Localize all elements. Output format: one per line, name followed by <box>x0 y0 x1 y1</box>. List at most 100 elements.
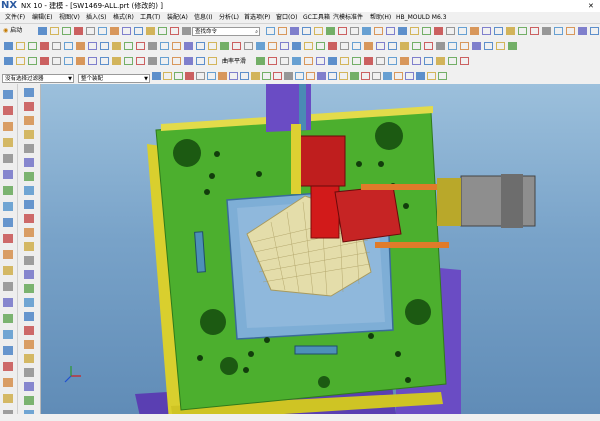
toolbar-button[interactable] <box>328 57 337 65</box>
toolbar-button[interactable] <box>262 72 271 80</box>
toolbar-button[interactable] <box>148 42 157 50</box>
toolbar-button[interactable] <box>134 27 143 35</box>
palette-button[interactable] <box>24 256 34 265</box>
toolbar-button[interactable] <box>172 57 181 65</box>
toolbar-button[interactable] <box>122 27 131 35</box>
palette-button[interactable] <box>3 330 13 339</box>
palette-button[interactable] <box>3 218 13 227</box>
toolbar-button[interactable] <box>412 57 421 65</box>
toolbar-button[interactable] <box>458 27 467 35</box>
toolbar-button[interactable] <box>158 27 167 35</box>
toolbar-button[interactable] <box>40 42 49 50</box>
toolbar-button[interactable] <box>170 27 179 35</box>
toolbar-button[interactable] <box>578 27 587 35</box>
toolbar-button[interactable] <box>448 42 457 50</box>
toolbar-button[interactable] <box>292 42 301 50</box>
toolbar-button[interactable] <box>484 42 493 50</box>
close-button[interactable]: ✕ <box>588 2 596 10</box>
toolbar-button[interactable] <box>317 72 326 80</box>
toolbar-button[interactable] <box>124 42 133 50</box>
toolbar-button[interactable] <box>506 27 515 35</box>
palette-button[interactable] <box>24 284 34 293</box>
selection-filter-select[interactable]: 没有选择过滤器 ▼ <box>2 74 74 83</box>
palette-button[interactable] <box>24 172 34 181</box>
palette-button[interactable] <box>3 154 13 163</box>
toolbar-button[interactable] <box>76 42 85 50</box>
toolbar-button[interactable] <box>340 57 349 65</box>
toolbar-button[interactable] <box>400 42 409 50</box>
toolbar-button[interactable] <box>28 42 37 50</box>
toolbar-button[interactable] <box>436 42 445 50</box>
toolbar-button[interactable] <box>160 57 169 65</box>
palette-button[interactable] <box>24 242 34 251</box>
toolbar-button[interactable] <box>50 27 59 35</box>
toolbar-button[interactable] <box>110 27 119 35</box>
palette-button[interactable] <box>3 186 13 195</box>
toolbar-button[interactable] <box>280 42 289 50</box>
menu-edit[interactable]: 编辑(E) <box>32 12 52 23</box>
toolbar-button[interactable] <box>410 27 419 35</box>
palette-button[interactable] <box>3 394 13 403</box>
palette-button[interactable] <box>24 200 34 209</box>
toolbar-button[interactable] <box>88 57 97 65</box>
toolbar-button[interactable] <box>494 27 503 35</box>
menu-analysis[interactable]: 分析(L) <box>219 12 239 23</box>
toolbar-button[interactable] <box>185 72 194 80</box>
menu-mold-standard[interactable]: 汽模标准件 <box>333 12 363 23</box>
toolbar-button[interactable] <box>244 42 253 50</box>
toolbar-button[interactable] <box>304 57 313 65</box>
toolbar-button[interactable] <box>218 72 227 80</box>
command-search-input[interactable]: 查找命令 ⌕ <box>192 27 260 36</box>
assembly-scope-select[interactable]: 整个装配 ▼ <box>78 74 150 83</box>
toolbar-button[interactable] <box>136 57 145 65</box>
toolbar-button[interactable] <box>76 57 85 65</box>
toolbar-button[interactable] <box>16 42 25 50</box>
palette-button[interactable] <box>3 362 13 371</box>
palette-button[interactable] <box>24 130 34 139</box>
toolbar-button[interactable] <box>446 27 455 35</box>
toolbar-button[interactable] <box>62 27 71 35</box>
toolbar-button[interactable] <box>364 57 373 65</box>
toolbar-button[interactable] <box>302 27 311 35</box>
toolbar-button[interactable] <box>427 72 436 80</box>
toolbar-button[interactable] <box>350 27 359 35</box>
toolbar-button[interactable] <box>304 42 313 50</box>
palette-button[interactable] <box>3 90 13 99</box>
toolbar-button[interactable] <box>590 27 599 35</box>
toolbar-button[interactable] <box>88 42 97 50</box>
palette-button[interactable] <box>24 158 34 167</box>
toolbar-button[interactable] <box>280 57 289 65</box>
toolbar-button[interactable] <box>352 42 361 50</box>
toolbar-button[interactable] <box>196 72 205 80</box>
toolbar-button[interactable] <box>112 42 121 50</box>
menu-window[interactable]: 窗口(O) <box>276 12 297 23</box>
toolbar-button[interactable] <box>172 42 181 50</box>
toolbar-button[interactable] <box>386 27 395 35</box>
toolbar-button[interactable] <box>566 27 575 35</box>
palette-button[interactable] <box>3 314 13 323</box>
toolbar-button[interactable] <box>160 42 169 50</box>
menu-tools[interactable]: 工具(T) <box>140 12 160 23</box>
start-button[interactable]: ◉ 启动 <box>3 26 22 36</box>
toolbar-button[interactable] <box>4 42 13 50</box>
toolbar-button[interactable] <box>184 42 193 50</box>
toolbar-button[interactable] <box>174 72 183 80</box>
toolbar-button[interactable] <box>328 72 337 80</box>
palette-button[interactable] <box>3 122 13 131</box>
toolbar-button[interactable] <box>64 42 73 50</box>
toolbar-button[interactable] <box>232 42 241 50</box>
menu-view[interactable]: 视图(V) <box>59 12 80 23</box>
palette-button[interactable] <box>3 298 13 307</box>
toolbar-button[interactable] <box>364 42 373 50</box>
palette-button[interactable] <box>3 138 13 147</box>
toolbar-button[interactable] <box>352 57 361 65</box>
palette-button[interactable] <box>3 266 13 275</box>
toolbar-button[interactable] <box>326 27 335 35</box>
toolbar-button[interactable] <box>388 57 397 65</box>
toolbar-button[interactable] <box>266 27 275 35</box>
toolbar-button[interactable] <box>328 42 337 50</box>
toolbar-button[interactable] <box>424 57 433 65</box>
toolbar-button[interactable] <box>438 72 447 80</box>
palette-button[interactable] <box>24 270 34 279</box>
toolbar-button[interactable] <box>182 27 191 35</box>
